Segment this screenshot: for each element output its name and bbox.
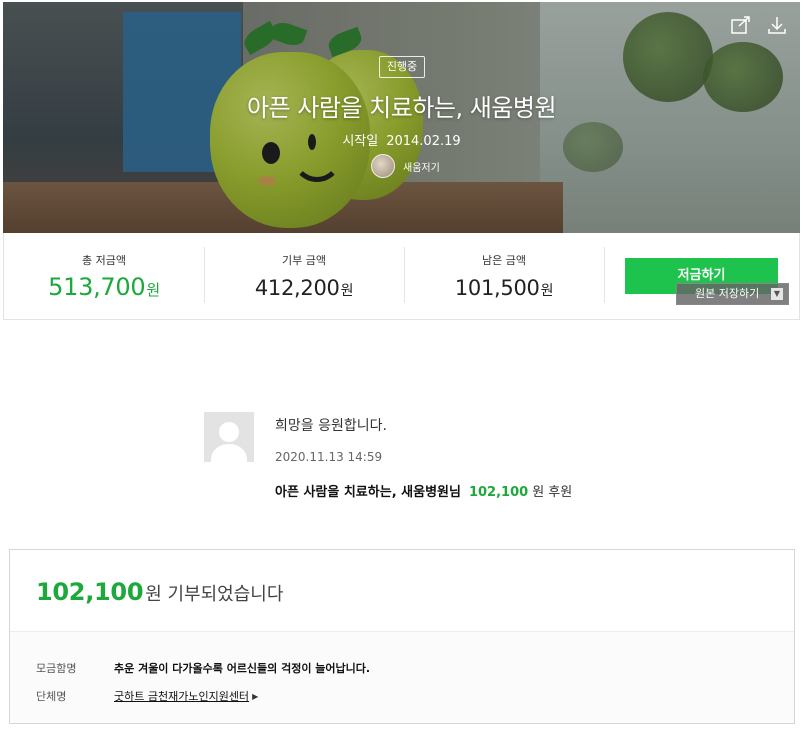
comment-support-line: 아픈 사람을 치료하는, 새움병원님 102,100 원 후원 xyxy=(275,481,572,500)
start-date-label: 시작일 xyxy=(342,134,379,149)
share-icon[interactable] xyxy=(730,14,752,36)
divider xyxy=(604,247,605,303)
donated-amount-value-line: 412,200원 xyxy=(204,276,404,300)
organization-name: 새움저기 xyxy=(403,162,440,174)
campaign-label: 모금함명 xyxy=(36,662,77,675)
fund-stats-bar: 총 저금액 513,700원 기부 금액 412,200원 남은 금액 101,… xyxy=(3,233,800,320)
donation-details: 모금함명 추운 겨울이 다가올수록 어르신들의 걱정이 늘어납니다. 단체명 굿… xyxy=(10,632,794,723)
comment-suffix: 원 후원 xyxy=(532,485,573,500)
avatar-head xyxy=(219,422,239,442)
campaign-title: 아픈 사람을 치료하는, 새움병원 xyxy=(246,94,557,122)
status-badge: 진행중 xyxy=(379,56,425,78)
donated-amount-stat: 기부 금액 412,200원 xyxy=(204,233,404,320)
currency-unit: 원 xyxy=(340,283,354,299)
remaining-amount-label: 남은 금액 xyxy=(482,254,526,267)
organization-avatar xyxy=(371,154,395,178)
start-date-line: 시작일 2014.02.19 xyxy=(3,130,800,149)
save-original-button[interactable]: 원본 저장하기 ▼ xyxy=(676,283,789,305)
organization-label: 단체명 xyxy=(36,690,67,703)
comment-org: 아픈 사람을 치료하는, 새움병원님 xyxy=(275,485,461,500)
total-savings-value: 513,700 xyxy=(48,273,146,301)
remaining-amount-value-line: 101,500원 xyxy=(404,276,604,300)
donation-complete-header: 102,100 원 기부되었습니다 xyxy=(10,550,794,632)
donation-message: 원 기부되었습니다 xyxy=(145,584,284,605)
avatar xyxy=(204,412,254,462)
organization-row: 단체명 굿하트 금천재가노인지원센터 ▶ xyxy=(10,682,794,710)
donated-amount-value: 412,200 xyxy=(254,276,340,300)
currency-unit: 원 xyxy=(146,281,160,299)
donated-amount-label: 기부 금액 xyxy=(282,254,326,267)
download-icon[interactable] xyxy=(766,14,788,36)
avatar-body xyxy=(211,444,247,462)
campaign-hero-banner: 진행중 아픈 사람을 치료하는, 새움병원 시작일 2014.02.19 새움저기 xyxy=(3,2,800,233)
hero-toolbar xyxy=(730,14,788,36)
comment-datetime: 2020.11.13 14:59 xyxy=(275,450,383,464)
campaign-row: 모금함명 추운 겨울이 다가올수록 어르신들의 걱정이 늘어납니다. xyxy=(10,654,794,682)
campaign-value: 추운 겨울이 다가올수록 어르신들의 걱정이 늘어납니다. xyxy=(114,662,371,675)
remaining-amount-value: 101,500 xyxy=(454,276,540,300)
dropdown-arrow-icon[interactable]: ▼ xyxy=(771,288,783,300)
organization-link[interactable]: 새움저기 xyxy=(371,154,440,178)
total-savings-label: 총 저금액 xyxy=(82,254,126,267)
remaining-amount-stat: 남은 금액 101,500원 xyxy=(404,233,604,320)
donation-complete-card: 102,100 원 기부되었습니다 모금함명 추운 겨울이 다가올수록 어르신들의… xyxy=(9,549,795,724)
donation-amount: 102,100 xyxy=(36,578,144,606)
start-date-value: 2014.02.19 xyxy=(386,134,461,149)
total-savings-value-line: 513,700원 xyxy=(4,273,204,301)
comment-amount: 102,100 xyxy=(468,485,529,500)
save-original-label: 원본 저장하기 xyxy=(695,287,760,300)
currency-unit: 원 xyxy=(540,283,554,299)
organization-link-text[interactable]: 굿하트 금천재가노인지원센터 xyxy=(114,688,249,704)
chevron-right-icon: ▶ xyxy=(252,691,259,701)
comment-text: 희망을 응원합니다. xyxy=(275,418,387,434)
total-savings-stat: 총 저금액 513,700원 xyxy=(4,233,204,320)
hero-content: 진행중 아픈 사람을 치료하는, 새움병원 시작일 2014.02.19 새움저기 xyxy=(3,2,800,233)
